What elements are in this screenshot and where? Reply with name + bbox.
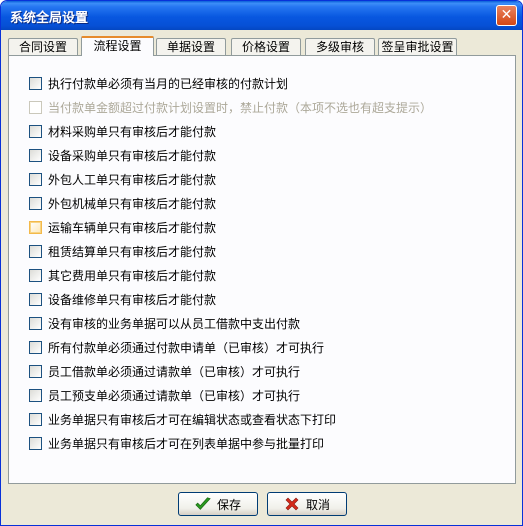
option-transport-vehicle[interactable]: 运输车辆单只有审核后才能付款 xyxy=(29,218,216,236)
cross-icon xyxy=(284,496,300,512)
option-label: 运输车辆单只有审核后才能付款 xyxy=(48,220,217,235)
checkbox[interactable] xyxy=(29,76,42,90)
option-label: 员工预支单必须通过请款单（已审核）才可执行 xyxy=(48,388,301,403)
checkmark-icon xyxy=(195,496,211,512)
option-label: 没有审核的业务单据可以从员工借款中支出付款 xyxy=(48,316,301,331)
checkbox[interactable] xyxy=(29,196,42,210)
checkbox[interactable] xyxy=(29,268,42,282)
checkbox[interactable] xyxy=(29,172,42,186)
option-label: 执行付款单必须有当月的已经审核的付款计划 xyxy=(48,76,289,91)
checkbox[interactable] xyxy=(29,412,42,426)
option-label: 设备采购单只有审核后才能付款 xyxy=(48,148,217,163)
checkbox[interactable] xyxy=(29,388,42,402)
tab-workflow-settings[interactable]: 流程设置 xyxy=(81,36,154,56)
option-label: 租赁结算单只有审核后才能付款 xyxy=(48,244,217,259)
settings-dialog: 系统全局设置 ✕ 合同设置 流程设置 单据设置 价格设置 多级审核 签呈审批设置… xyxy=(0,0,523,526)
option-label: 业务单据只有审核后才可在列表单据中参与批量打印 xyxy=(48,436,325,451)
option-equipment-purchase[interactable]: 设备采购单只有审核后才能付款 xyxy=(29,146,216,164)
checkbox[interactable] xyxy=(29,220,42,234)
close-icon: ✕ xyxy=(500,7,513,23)
option-batch-print-after-review[interactable]: 业务单据只有审核后才可在列表单据中参与批量打印 xyxy=(29,434,324,452)
tab-contract-settings[interactable]: 合同设置 xyxy=(8,38,78,55)
option-print-after-review[interactable]: 业务单据只有审核后才可在编辑状态或查看状态下打印 xyxy=(29,410,336,428)
window-title: 系统全局设置 xyxy=(10,11,89,26)
option-label: 外包人工单只有审核后才能付款 xyxy=(48,172,217,187)
tab-price-settings[interactable]: 价格设置 xyxy=(231,38,301,55)
cancel-label: 取消 xyxy=(305,497,330,512)
option-lease-settlement[interactable]: 租赁结算单只有审核后才能付款 xyxy=(29,242,216,260)
option-label: 当付款单金额超过付款计划设置时，禁止付款（本项不选也有超支提示） xyxy=(48,100,433,115)
checkbox[interactable] xyxy=(29,148,42,162)
workflow-settings-panel: 执行付款单必须有当月的已经审核的付款计划 当付款单金额超过付款计划设置时，禁止付… xyxy=(8,55,516,484)
tab-multi-level-review[interactable]: 多级审核 xyxy=(305,38,375,55)
option-material-purchase[interactable]: 材料采购单只有审核后才能付款 xyxy=(29,122,216,140)
close-button[interactable]: ✕ xyxy=(496,5,517,26)
option-label: 员工借款单必须通过请款单（已审核）才可执行 xyxy=(48,364,301,379)
option-employee-loan-requires-request[interactable]: 员工借款单必须通过请款单（已审核）才可执行 xyxy=(29,362,300,380)
option-forbid-over-plan-payment: 当付款单金额超过付款计划设置时，禁止付款（本项不选也有超支提示） xyxy=(29,98,432,116)
checkbox[interactable] xyxy=(29,316,42,330)
checkbox xyxy=(29,100,42,114)
option-other-expenses[interactable]: 其它费用单只有审核后才能付款 xyxy=(29,266,216,284)
option-outsourced-labor[interactable]: 外包人工单只有审核后才能付款 xyxy=(29,170,216,188)
option-require-monthly-payment-plan[interactable]: 执行付款单必须有当月的已经审核的付款计划 xyxy=(29,74,288,92)
checkbox[interactable] xyxy=(29,340,42,354)
save-label: 保存 xyxy=(216,497,241,512)
checkbox[interactable] xyxy=(29,124,42,138)
checkbox[interactable] xyxy=(29,244,42,258)
option-label: 外包机械单只有审核后才能付款 xyxy=(48,196,217,211)
option-payment-requires-request[interactable]: 所有付款单必须通过付款申请单（已审核）才可执行 xyxy=(29,338,324,356)
option-label: 其它费用单只有审核后才能付款 xyxy=(48,268,217,283)
option-label: 业务单据只有审核后才可在编辑状态或查看状态下打印 xyxy=(48,412,337,427)
tab-approval-settings[interactable]: 签呈审批设置 xyxy=(378,38,457,55)
save-button[interactable]: 保存 xyxy=(178,492,258,516)
checkbox[interactable] xyxy=(29,292,42,306)
option-label: 所有付款单必须通过付款申请单（已审核）才可执行 xyxy=(48,340,325,355)
checkbox[interactable] xyxy=(29,364,42,378)
title-bar[interactable]: 系统全局设置 ✕ xyxy=(1,1,522,30)
option-label: 材料采购单只有审核后才能付款 xyxy=(48,124,217,139)
checkbox[interactable] xyxy=(29,436,42,450)
option-equipment-repair[interactable]: 设备维修单只有审核后才能付款 xyxy=(29,290,216,308)
option-unreviewed-from-employee-loan[interactable]: 没有审核的业务单据可以从员工借款中支出付款 xyxy=(29,314,300,332)
option-label: 设备维修单只有审核后才能付款 xyxy=(48,292,217,307)
tab-document-settings[interactable]: 单据设置 xyxy=(156,38,226,55)
cancel-button[interactable]: 取消 xyxy=(267,492,347,516)
option-employee-advance-requires-request[interactable]: 员工预支单必须通过请款单（已审核）才可执行 xyxy=(29,386,300,404)
option-outsourced-machinery[interactable]: 外包机械单只有审核后才能付款 xyxy=(29,194,216,212)
